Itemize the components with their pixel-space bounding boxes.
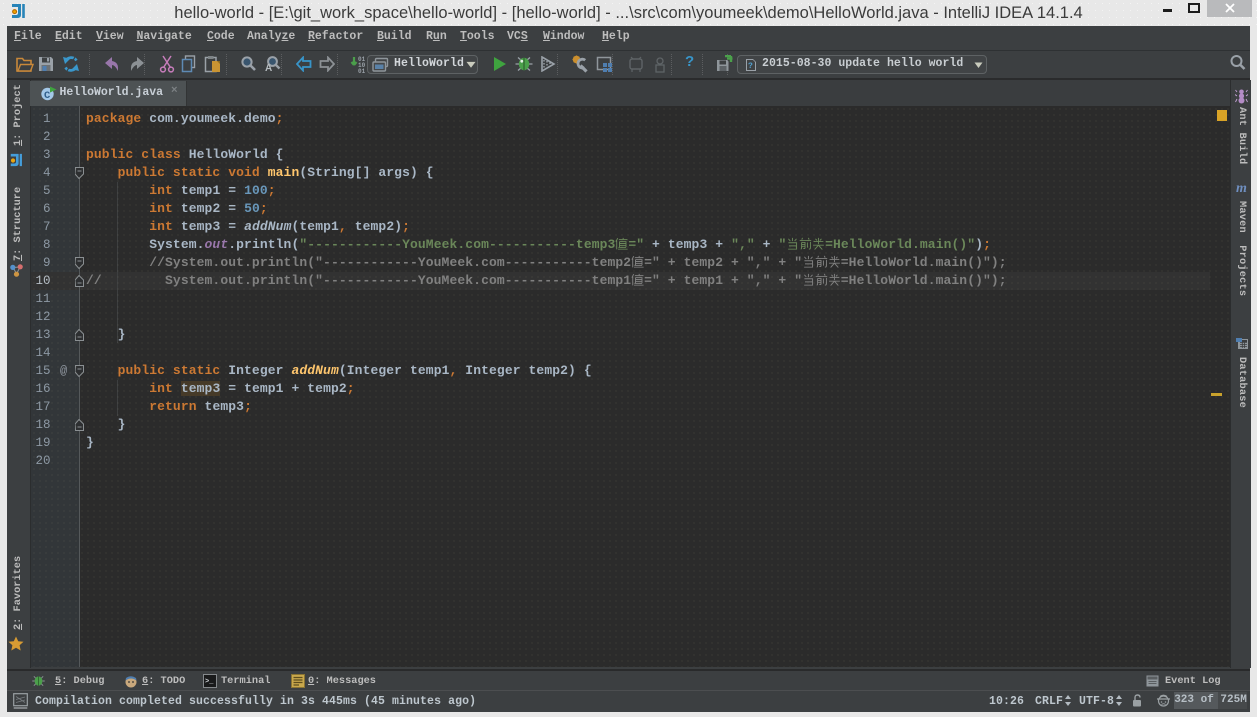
svg-text:01: 01 [358, 68, 366, 74]
svg-text:C: C [44, 90, 51, 101]
svg-text:>_: >_ [205, 678, 214, 686]
svg-text:?: ? [748, 62, 753, 71]
svg-text:A: A [265, 63, 272, 72]
